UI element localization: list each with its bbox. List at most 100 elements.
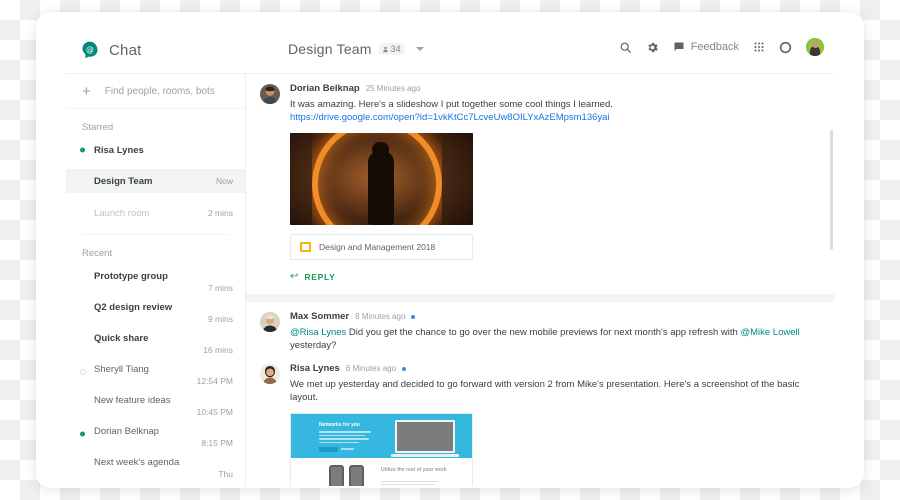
- sidebar-item-design-team[interactable]: Design Team Now: [66, 169, 245, 193]
- feedback-icon: [674, 42, 684, 51]
- message-text-body: It was amazing. Here's a slideshow I put…: [290, 98, 613, 110]
- brand-name: Chat: [109, 41, 142, 59]
- phone-illustration: [329, 465, 344, 486]
- message-group-card: Dorian Belknap 25 Minutes ago It was ama…: [246, 74, 834, 295]
- conversation-scrollbar-track[interactable]: [830, 74, 834, 486]
- find-people-rooms-bots-row[interactable]: + Find people, rooms, bots: [66, 74, 245, 109]
- starred-section-label: Starred: [82, 122, 114, 133]
- sidebar-item-risa-lynes[interactable]: Risa Lynes: [66, 139, 245, 161]
- avatar[interactable]: [806, 38, 824, 56]
- mockup-lower-paragraph: [381, 481, 439, 486]
- apps-grid-icon[interactable]: [753, 41, 765, 53]
- phone-illustration: [349, 465, 364, 486]
- feedback-label: Feedback: [690, 41, 739, 53]
- mention-mike-lowell[interactable]: @Mike Lowell: [740, 327, 799, 338]
- sidebar-item-label: Next week's agenda: [94, 457, 180, 468]
- list-item[interactable]: Dorian Belknap 8:15 PM: [66, 420, 245, 451]
- list-item[interactable]: Quick share 16 mins: [66, 327, 245, 358]
- message-group-card: Max Sommer 8 Minutes ago @Risa Lynes Did…: [246, 302, 834, 486]
- reply-arrow-icon: ↩: [290, 271, 299, 283]
- list-item[interactable]: New feature ideas 10:45 PM: [66, 389, 245, 420]
- attachment-card[interactable]: Design and Management 2018: [290, 234, 473, 261]
- top-bar-tools: Feedback: [619, 38, 824, 56]
- message-header: Dorian Belknap 25 Minutes ago: [290, 84, 820, 94]
- message-header: Risa Lynes 6 Minutes ago: [290, 364, 820, 374]
- message-body: Dorian Belknap 25 Minutes ago It was ama…: [290, 84, 820, 282]
- message-timestamp: 8 Minutes ago: [355, 311, 406, 321]
- message-text: We met up yesterday and decided to go fo…: [290, 378, 800, 404]
- chat-bubble-at-logo-icon: @: [82, 41, 98, 59]
- room-title: Design Team: [288, 41, 372, 57]
- svg-text:@: @: [86, 45, 94, 54]
- online-status-dot: [80, 431, 85, 437]
- reply-label: REPLY: [304, 272, 336, 283]
- list-item[interactable]: Sheryll Tiang 12:54 PM: [66, 358, 245, 389]
- online-status-dot: [80, 147, 85, 153]
- mockup-hero-link: [341, 448, 354, 451]
- list-item[interactable]: Q2 design review 9 mins: [66, 296, 245, 327]
- avatar[interactable]: [260, 84, 280, 104]
- app-content-area: @ Chat Design Team 34 Feedback + Find pe…: [66, 28, 834, 486]
- sidebar-item-label: Sheryll Tiang: [94, 364, 149, 375]
- message-author: Risa Lynes: [290, 363, 340, 375]
- plus-icon[interactable]: +: [82, 84, 91, 99]
- sidebar-item-time: 8:15 PM: [201, 438, 233, 448]
- sidebar-item-label: New feature ideas: [94, 395, 171, 406]
- search-icon[interactable]: [619, 41, 632, 54]
- chevron-down-icon[interactable]: [415, 47, 424, 51]
- room-header[interactable]: Design Team 34: [288, 41, 424, 57]
- conversation-scrollbar-thumb[interactable]: [830, 130, 833, 250]
- avatar[interactable]: [260, 364, 280, 385]
- app-window-frame: @ Chat Design Team 34 Feedback + Find pe…: [36, 12, 864, 488]
- search-input[interactable]: Find people, rooms, bots: [105, 86, 215, 97]
- message-text-part-a: Did you get the chance to go over the ne…: [346, 326, 741, 338]
- list-item[interactable]: Prototype group 7 mins: [66, 265, 245, 296]
- fire-spinning-photo[interactable]: [290, 133, 473, 226]
- reply-button[interactable]: ↩ REPLY: [290, 271, 820, 283]
- brand[interactable]: @ Chat: [80, 40, 142, 60]
- conversation-pane[interactable]: Dorian Belknap 25 Minutes ago It was ama…: [246, 74, 834, 486]
- recent-section-label: Recent: [82, 248, 113, 259]
- sidebar-item-label: Quick share: [94, 333, 149, 344]
- message: Max Sommer 8 Minutes ago @Risa Lynes Did…: [260, 312, 820, 353]
- message-author: Dorian Belknap: [290, 83, 360, 94]
- message-header: Max Sommer 8 Minutes ago: [290, 312, 820, 322]
- message-link[interactable]: https://drive.google.com/open?id=1vkKtCc…: [290, 112, 610, 123]
- attachment-name: Design and Management 2018: [319, 242, 436, 253]
- unread-indicator-dot: [411, 314, 416, 319]
- mockup-lower-title: Utilize the rest of your work: [381, 467, 447, 474]
- sidebar-item-time: 9 mins: [207, 314, 233, 324]
- sidebar-item-time: Now: [215, 176, 233, 186]
- mockup-hero-title: Networks for you: [319, 422, 360, 429]
- list-item[interactable]: Next week's agenda Thu: [66, 451, 245, 482]
- message: Dorian Belknap 25 Minutes ago It was ama…: [260, 84, 820, 282]
- feedback-button[interactable]: Feedback: [673, 41, 739, 53]
- avatar[interactable]: [260, 312, 280, 333]
- sidebar-item-time: Thu: [218, 469, 233, 479]
- message-author: Max Sommer: [290, 311, 350, 323]
- sidebar-item-label: Q2 design review: [94, 302, 173, 313]
- layout-screenshot-attachment[interactable]: Networks for you Utilize the rest of you…: [290, 413, 473, 486]
- message-text: @Risa Lynes Did you get the chance to go…: [290, 326, 820, 354]
- laptop-illustration: [391, 420, 459, 458]
- list-item[interactable]: David Kim Thu: [66, 482, 245, 486]
- mockup-hero-section: Networks for you: [291, 414, 472, 459]
- top-bar: @ Chat Design Team 34 Feedback: [66, 28, 834, 74]
- sidebar-item-launch-room[interactable]: Launch room 2 mins: [66, 201, 245, 225]
- account-circle-icon[interactable]: [779, 41, 792, 54]
- person-silhouette: [368, 142, 394, 226]
- gear-icon[interactable]: [646, 41, 659, 54]
- mockup-hero-paragraph: [319, 431, 371, 445]
- member-count-badge[interactable]: 34: [378, 43, 405, 55]
- mention-risa-lynes[interactable]: @Risa Lynes: [290, 327, 346, 338]
- person-icon: [382, 46, 388, 52]
- sidebar-item-time: 10:45 PM: [196, 407, 233, 417]
- message-timestamp: 25 Minutes ago: [365, 83, 421, 93]
- mockup-lower-section: Utilize the rest of your work: [291, 458, 472, 486]
- message-body: Max Sommer 8 Minutes ago @Risa Lynes Did…: [290, 312, 820, 353]
- sidebar-item-label: Launch room: [94, 207, 150, 219]
- sidebar: + Find people, rooms, bots Starred Risa …: [66, 74, 246, 486]
- message: Risa Lynes 6 Minutes ago We met up yeste…: [260, 364, 820, 486]
- sidebar-item-time: 7 mins: [207, 283, 233, 293]
- sidebar-item-time: 16 mins: [203, 345, 233, 355]
